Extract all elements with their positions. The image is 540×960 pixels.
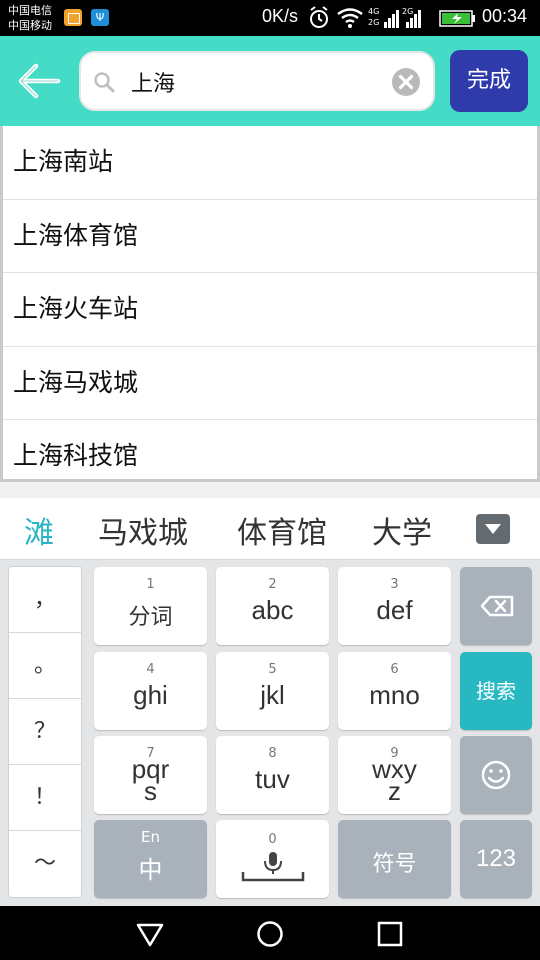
clear-icon[interactable] [391,67,421,97]
back-triangle-icon[interactable] [135,920,165,948]
key-number: 0 [268,832,277,847]
punctuation-key[interactable]: ！ [9,765,81,831]
net-4g-label: 4G [368,7,379,16]
punctuation-key[interactable]: 。 [9,633,81,699]
key-label: 分词 [128,605,173,630]
search-header: 完成 [0,36,540,126]
candidate-item[interactable]: 滩 [24,508,54,552]
key-number: 1 [146,577,155,592]
back-arrow-icon[interactable] [16,60,62,102]
key-1-segment[interactable]: 1 分词 [94,567,207,645]
key-4-ghi[interactable]: 4 ghi [94,652,207,730]
status-bar: 中国电信 中国移动 Ψ 0K/s 4G 2G 2G 00:34 [0,0,540,36]
numeric-button[interactable]: 123 [460,820,532,898]
key-2-abc[interactable]: 2 abc [216,567,329,645]
carrier-1: 中国电信 [8,4,52,17]
emoji-button[interactable] [460,736,532,814]
suggestion-item[interactable]: 上海体育馆 [3,200,537,273]
key-label: tuv [255,764,290,794]
language-switch-button[interactable]: En 中 [94,820,207,898]
key-label: abc [251,595,294,625]
key-9-wxyz[interactable]: 9 wxy z [338,736,451,814]
search-key-button[interactable]: 搜索 [460,652,532,730]
status-icons: 4G 2G 2G [310,6,475,28]
suggestion-item[interactable]: 上海马戏城 [3,347,537,420]
candidate-item[interactable]: 马戏城 [98,508,188,552]
carrier-names: 中国电信 中国移动 [8,3,52,33]
search-icon [94,72,115,93]
key-number: 4 [146,662,155,677]
recent-apps-square-icon[interactable] [375,920,405,948]
carrier-2: 中国移动 [8,19,52,32]
gallery-notification-icon [64,9,82,26]
key-8-tuv[interactable]: 8 tuv [216,736,329,814]
net-2g-label-b: 2G [402,7,413,16]
backspace-button[interactable] [460,567,532,645]
suggestion-item[interactable]: 上海科技馆 [3,420,537,479]
punctuation-column: ， 。 ？ ！ ～ [8,566,82,898]
key-number: 2 [268,577,277,592]
symbol-label: 符号 [372,852,417,877]
key-label: def [376,595,413,625]
punctuation-key[interactable]: ？ [9,699,81,765]
screen: 中国电信 中国移动 Ψ 0K/s 4G 2G 2G 00:34 上海 完成 上海… [0,0,540,960]
language-label: 中 [138,856,163,884]
ime-candidate-bar: 滩 马戏城 体育馆 大学 [0,498,540,560]
key-number: 8 [268,746,277,761]
key-number: 6 [390,662,399,677]
navigation-bar [0,906,540,960]
space-key[interactable]: 0 [216,820,329,898]
ime-keyboard: ， 。 ？ ！ ～ 1 分词 2 abc 3 def 4 ghi 5 jkl 6… [0,560,540,906]
microphone-icon [241,852,305,882]
search-box[interactable] [79,51,435,111]
smiley-icon [481,760,511,790]
search-input[interactable] [131,65,381,99]
usb-icon: Ψ [91,9,109,26]
expand-candidates-icon[interactable] [476,514,510,544]
key-label: wxy z [338,756,451,806]
alarm-icon [310,6,328,28]
clock: 00:34 [482,6,528,26]
net-2g-label-a: 2G [368,18,379,27]
key-number: 5 [268,662,277,677]
key-3-def[interactable]: 3 def [338,567,451,645]
key-number: 3 [390,577,399,592]
suggestion-item[interactable]: 上海火车站 [3,273,537,347]
key-label-line2: z [388,776,401,806]
key-label-line2: s [144,776,157,806]
done-button[interactable]: 完成 [450,50,528,112]
candidate-item[interactable]: 大学 [372,508,432,552]
key-5-jkl[interactable]: 5 jkl [216,652,329,730]
punctuation-key[interactable]: ， [9,567,81,633]
key-label: pqr s [94,756,207,806]
home-circle-icon[interactable] [255,920,285,948]
symbol-button[interactable]: 符号 [338,820,451,898]
key-label: mno [369,680,420,710]
punctuation-key[interactable]: ～ [9,831,81,897]
battery-charging-icon [439,10,475,27]
suggestion-list: 上海南站 上海体育馆 上海火车站 上海马戏城 上海科技馆 [0,126,540,482]
net-speed: 0K/s [262,6,299,26]
candidate-item[interactable]: 体育馆 [237,508,327,552]
key-label: jkl [260,680,285,710]
wifi-icon [337,8,363,28]
suggestion-item[interactable]: 上海南站 [3,126,537,200]
key-label: ghi [133,680,168,710]
list-keyboard-gap [0,482,540,498]
key-6-mno[interactable]: 6 mno [338,652,451,730]
key-7-pqrs[interactable]: 7 pqr s [94,736,207,814]
backspace-icon [480,595,514,617]
language-small-label: En [141,828,160,846]
